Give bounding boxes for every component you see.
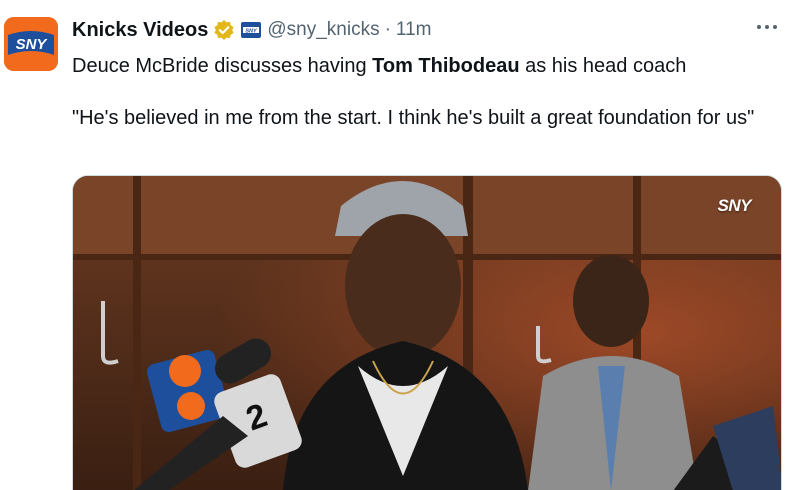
svg-text:SNY: SNY [246,28,259,34]
tweet: SNY Knicks Videos SNY @sny_knicks · 11m … [0,0,800,490]
tweet-text-suffix: as his head coach [519,55,687,77]
tweet-quote: "He's believed in me from the start. I t… [72,107,755,129]
tweet-text: Deuce McBride discusses having Tom Thibo… [72,52,772,80]
verified-badge-icon[interactable] [213,19,235,41]
tweet-text-bold: Tom Thibodeau [372,55,520,77]
sny-logo-icon: SNY [4,17,58,71]
more-dot [757,25,761,29]
more-dot [765,25,769,29]
video-thumbnail[interactable]: 2 SNY [72,175,782,490]
video-frame: 2 [73,176,781,490]
more-dot [773,25,777,29]
display-name[interactable]: Knicks Videos [72,19,208,42]
sny-watermark: SNY [717,196,752,215]
tweet-text-prefix: Deuce McBride discusses having [72,55,373,77]
timestamp[interactable]: 11m [396,19,432,41]
handle[interactable]: @sny_knicks [267,19,379,41]
sny-affiliate-badge-icon[interactable]: SNY [241,22,262,38]
tweet-header: Knicks Videos SNY @sny_knicks · 11m [72,16,431,44]
more-options-button[interactable] [754,14,780,40]
avatar[interactable]: SNY [4,17,58,71]
separator-dot: · [384,19,391,40]
avatar-text: SNY [16,36,49,53]
